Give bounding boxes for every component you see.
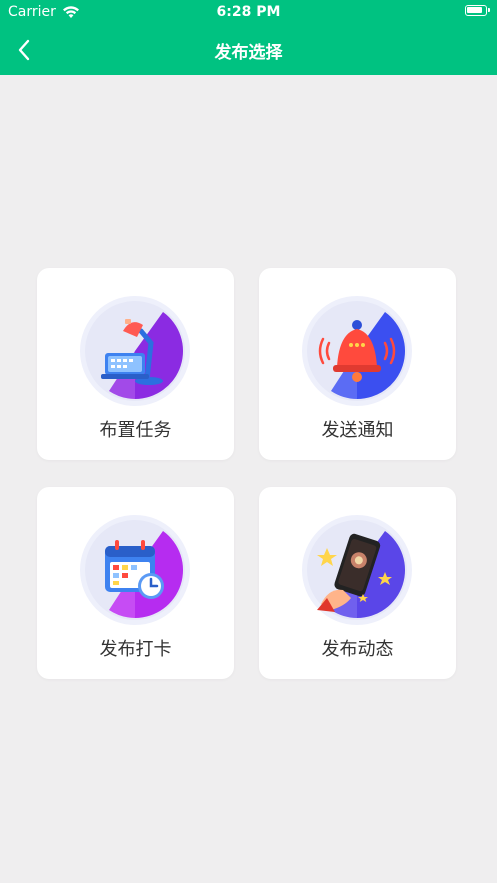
option-card-assign-task[interactable]: 布置任务 <box>37 268 234 460</box>
option-card-publish-checkin[interactable]: 发布打卡 <box>37 487 234 679</box>
options-grid: 布置任务 发送通知 发布打卡 发布动态 <box>0 0 497 883</box>
bell-notification-icon <box>302 296 412 406</box>
option-label: 发布动态 <box>321 639 394 660</box>
option-card-send-notice[interactable]: 发送通知 <box>259 268 456 460</box>
phone-post-icon <box>302 515 412 625</box>
calendar-clock-icon <box>80 515 190 625</box>
option-card-publish-moment[interactable]: 发布动态 <box>259 487 456 679</box>
option-label: 发布打卡 <box>99 639 172 660</box>
desk-lamp-task-icon <box>80 296 190 406</box>
option-label: 发送通知 <box>321 420 394 441</box>
option-label: 布置任务 <box>99 420 172 441</box>
